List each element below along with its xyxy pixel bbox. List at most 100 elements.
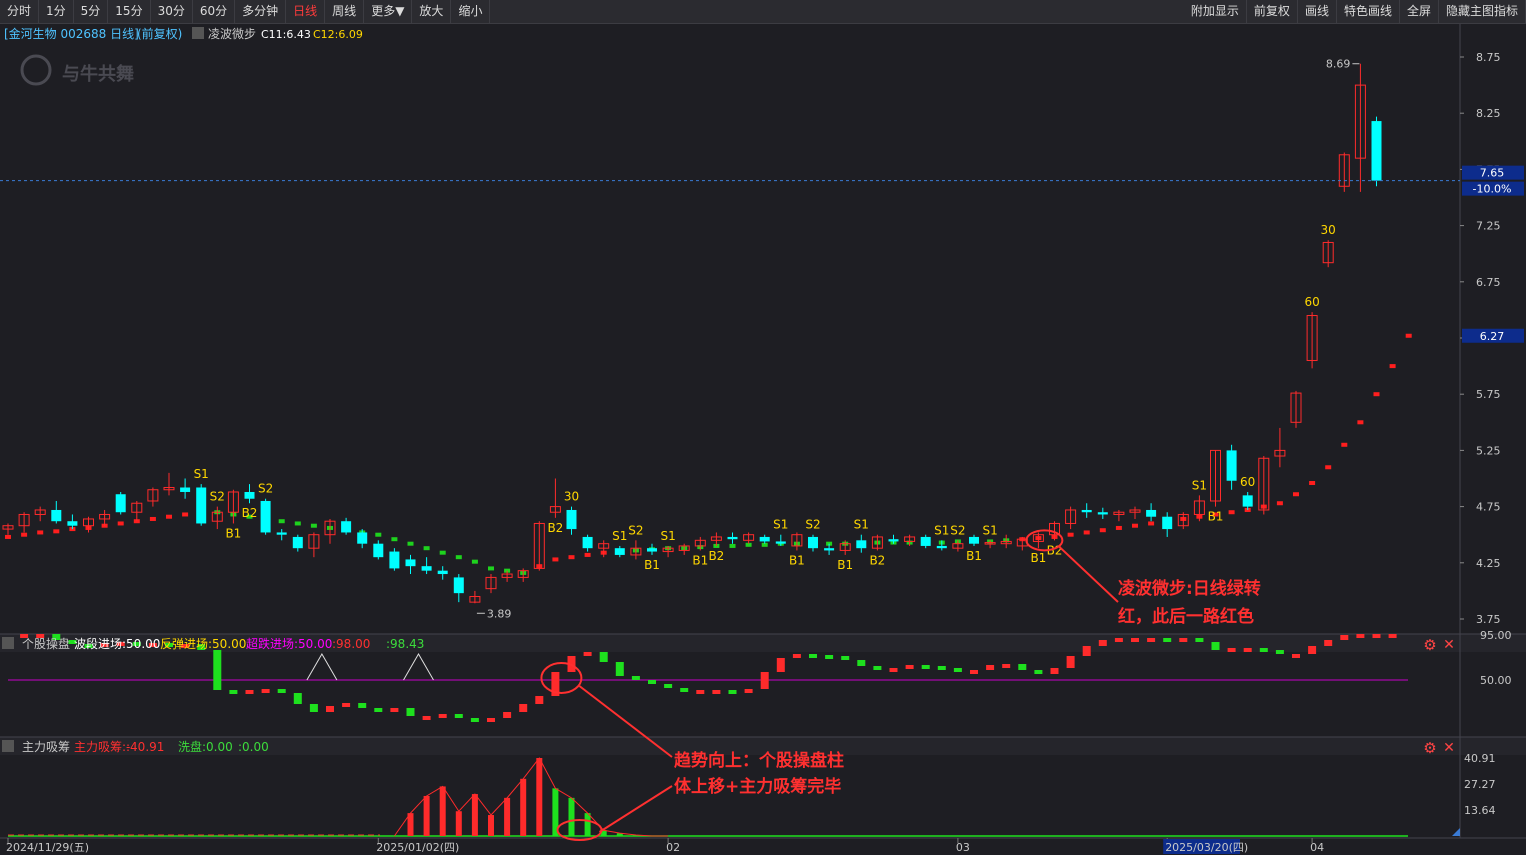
ma-segment: [1325, 465, 1332, 470]
x-axis-label: 2024/11/29(五): [6, 841, 89, 854]
price-tick-label: 4.75: [1476, 501, 1501, 514]
panel1-bar: [1372, 634, 1381, 638]
chart-background: [0, 24, 1526, 855]
panel2-value-1: :40.91: [126, 740, 164, 754]
ma-segment: [182, 512, 189, 517]
price-tick-label: 5.25: [1476, 444, 1501, 457]
panel1-help-icon[interactable]: [2, 637, 14, 649]
panel2-bar: [536, 758, 543, 836]
candle-body-down: [389, 551, 400, 569]
panel1-bar: [825, 655, 834, 659]
toolbar-action-2[interactable]: 画线: [1298, 0, 1337, 23]
panel1-bar: [1163, 638, 1172, 642]
panel1-bar: [857, 660, 866, 666]
ma-segment: [375, 532, 382, 537]
signal-label: B1: [644, 558, 660, 572]
toolbar-action-3[interactable]: 特色画线: [1337, 0, 1400, 23]
period-tab-9[interactable]: 更多▼: [364, 0, 413, 23]
period-tab-11[interactable]: 缩小: [451, 0, 491, 23]
period-tab-5[interactable]: 60分: [193, 0, 236, 23]
high-price-label: 8.69: [1326, 58, 1351, 71]
signal-label: S1: [194, 467, 209, 481]
panel2-tick-label: 40.91: [1464, 752, 1496, 765]
panel1-bar: [1066, 656, 1075, 668]
signal-label: B2: [242, 506, 258, 520]
signal-label: B1: [225, 526, 241, 540]
period-toolbar: 分时 1分 5分 15分 30分 60分 多分钟 日线 周线 更多▼ 放大 缩小 附加显示 前复权 画线 特色…: [0, 0, 1526, 24]
toolbar-action-0[interactable]: 附加显示: [1184, 0, 1247, 23]
x-axis-label: 03: [956, 841, 970, 854]
panel1-bar: [937, 666, 946, 670]
period-tab-6[interactable]: 多分钟: [235, 0, 287, 23]
signal-label: B1: [1030, 551, 1046, 565]
panel1-bar: [615, 662, 624, 676]
panel1-bar: [841, 656, 850, 660]
candle-body-down: [421, 566, 432, 571]
panel1-bar: [213, 650, 222, 690]
panel1-title: 个股操盘: [22, 636, 70, 651]
ma-segment: [1293, 492, 1299, 497]
panel1-bar: [1227, 648, 1236, 652]
help-icon[interactable]: [192, 27, 204, 39]
period-tab-0[interactable]: 分时: [0, 0, 40, 23]
panel2-value-3: :0.00: [238, 740, 269, 754]
indicator-name: 凌波微步: [208, 27, 256, 41]
period-tab-7[interactable]: 日线: [286, 0, 326, 23]
ma-segment: [1276, 501, 1283, 506]
panel2-bar: [455, 811, 462, 836]
period-tab-1[interactable]: 1分: [39, 0, 74, 23]
ma-segment: [310, 523, 317, 528]
panel1-bar: [406, 708, 415, 716]
signal-label: S1: [612, 529, 627, 543]
panel1-bar: [776, 658, 785, 672]
signal-label: S2: [210, 490, 225, 504]
ma-segment: [5, 534, 11, 539]
signal-label: S1: [773, 518, 788, 532]
ma-segment: [439, 550, 446, 555]
price-tick-label: 5.75: [1476, 388, 1501, 401]
period-tab-10[interactable]: 放大: [412, 0, 452, 23]
panel1-bar: [503, 712, 512, 718]
ma-segment: [423, 546, 430, 551]
toolbar-action-4[interactable]: 全屏: [1400, 0, 1439, 23]
panel1-bar: [809, 654, 817, 658]
panel1-settings-icon: ⚙: [1423, 636, 1436, 654]
panel1-value-0: 波段进场:50.00: [74, 636, 160, 651]
panel1-bar: [293, 693, 302, 704]
candle-body-down: [67, 521, 78, 526]
signal-label: B2: [547, 521, 563, 535]
panel2-tick-label: 13.64: [1464, 804, 1496, 817]
candle-body-down: [196, 487, 207, 524]
panel1-bar: [374, 708, 383, 712]
ma-segment: [1067, 532, 1074, 537]
signal-label: S2: [258, 482, 273, 496]
annotation-line-1: 凌波微步:日线绿转: [1118, 578, 1261, 599]
panel1-bar: [1308, 646, 1317, 654]
signal-label: 30: [1321, 223, 1336, 237]
period-tab-2[interactable]: 5分: [74, 0, 109, 23]
candle-body-down: [888, 539, 899, 542]
toolbar-action-5[interactable]: 隐藏主图指标: [1439, 0, 1526, 23]
period-tab-4[interactable]: 30分: [151, 0, 193, 23]
panel1-bar: [342, 703, 351, 707]
candle-body-down: [341, 521, 352, 533]
ma-segment: [1405, 333, 1412, 338]
panel1-bar: [1292, 654, 1300, 658]
panel1-bar: [1243, 648, 1252, 652]
signal-label: B2: [869, 553, 885, 567]
ma-segment: [488, 566, 494, 571]
period-tab-8[interactable]: 周线: [325, 0, 365, 23]
panel1-bar: [438, 714, 447, 718]
panel1-bar: [953, 668, 962, 672]
ma-segment: [568, 555, 575, 560]
panel1-value-2: 超跌进场:50.00: [246, 636, 332, 651]
panel2-help-icon[interactable]: [2, 740, 14, 752]
panel1-bar: [1356, 634, 1365, 638]
panel2-value-2: 洗盘:0.00: [178, 739, 233, 754]
toolbar-action-1[interactable]: 前复权: [1247, 0, 1298, 23]
panel1-bar: [309, 704, 318, 712]
candle-body-down: [775, 541, 786, 544]
panel2-title: 主力吸筹: [22, 740, 70, 754]
low-price-label: 3.89: [487, 607, 512, 620]
period-tab-3[interactable]: 15分: [108, 0, 151, 23]
